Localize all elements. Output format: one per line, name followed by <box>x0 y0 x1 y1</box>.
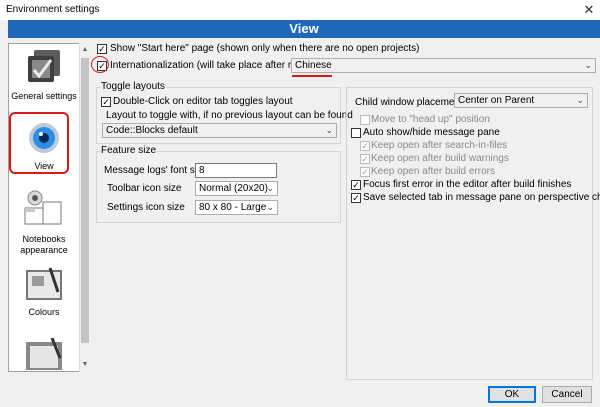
focus-first-error-checkbox[interactable]: ✓ <box>351 180 361 190</box>
chevron-down-icon: ⌄ <box>576 95 584 105</box>
toolbar-icon-size-label: Toolbar icon size <box>107 183 182 194</box>
auto-show-hide-checkbox[interactable] <box>351 128 361 138</box>
close-icon[interactable]: ✕ <box>580 1 598 19</box>
colours-icon <box>26 267 62 300</box>
keep-open-warnings-label: Keep open after build warnings <box>371 153 509 164</box>
general-settings-icon <box>28 50 60 82</box>
chevron-down-icon: ⌄ <box>325 125 333 135</box>
toolbar-icon-size-value: Normal (20x20) <box>199 183 268 194</box>
ok-button[interactable]: OK <box>488 386 536 403</box>
save-selected-tab-label: Save selected tab in message pane on per… <box>363 192 600 203</box>
language-select-value: Chinese <box>295 60 332 71</box>
keep-open-errors-checkbox[interactable]: ✓ <box>360 167 370 177</box>
sidebar-item-next[interactable] <box>9 332 79 371</box>
layout-select[interactable]: Code::Blocks default ⌄ <box>102 123 337 138</box>
auto-show-hide-label: Auto show/hide message pane <box>363 127 500 138</box>
page-title: View <box>289 21 319 36</box>
sidebar-item-general-settings[interactable]: General settings <box>9 46 79 108</box>
language-select[interactable]: Chinese ⌄ <box>291 58 596 73</box>
move-to-head-label: Move to "head up" position <box>371 114 490 125</box>
child-window-placement-select[interactable]: Center on Parent ⌄ <box>454 93 588 108</box>
child-window-placement-label: Child window placement <box>355 97 463 108</box>
scroll-up-icon[interactable]: ▲ <box>80 44 90 56</box>
chevron-down-icon: ⌄ <box>584 60 592 70</box>
scroll-down-icon[interactable]: ▼ <box>80 359 90 371</box>
focus-first-error-label: Focus first error in the editor after bu… <box>363 179 572 190</box>
font-size-input[interactable]: 8 <box>195 163 277 178</box>
sidebar-scroll-thumb[interactable] <box>81 58 89 343</box>
internationalization-label: Internationalization (will take place af… <box>110 60 320 71</box>
notebooks-icon <box>24 190 62 225</box>
layout-select-value: Code::Blocks default <box>106 125 198 136</box>
sidebar-item-label: Colours <box>28 307 60 317</box>
keep-open-search-label: Keep open after search-in-files <box>371 140 508 151</box>
show-start-here-checkbox[interactable]: ✓ <box>97 44 107 54</box>
move-to-head-checkbox[interactable] <box>360 115 370 125</box>
keep-open-warnings-checkbox[interactable]: ✓ <box>360 154 370 164</box>
show-start-here-label: Show "Start here" page (shown only when … <box>110 43 420 54</box>
chevron-down-icon: ⌄ <box>266 202 274 212</box>
layout-to-toggle-label: Layout to toggle with, if no previous la… <box>106 110 353 121</box>
annotation-language-underline <box>292 75 332 77</box>
keep-open-errors-label: Keep open after build errors <box>371 166 495 177</box>
window-title: Environment settings <box>6 4 100 15</box>
keep-open-search-checkbox[interactable]: ✓ <box>360 141 370 151</box>
window-titlebar: Environment settings ✕ <box>0 0 600 20</box>
double-click-toggle-label: Double-Click on editor tab toggles layou… <box>113 96 293 107</box>
settings-icon-size-select[interactable]: 80 x 80 - Large ⌄ <box>195 200 278 215</box>
settings-icon-size-value: 80 x 80 - Large <box>199 202 267 213</box>
sidebar-item-colours[interactable]: Colours <box>9 262 79 324</box>
settings-icon-size-label: Settings icon size <box>107 202 185 213</box>
toolbar-icon-size-select[interactable]: Normal (20x20) ⌄ <box>195 181 278 196</box>
feature-size-title: Feature size <box>100 145 158 156</box>
double-click-toggle-checkbox[interactable]: ✓ <box>101 97 111 107</box>
save-selected-tab-checkbox[interactable]: ✓ <box>351 193 361 203</box>
annotation-checkbox-circle <box>91 56 109 73</box>
annotation-view-box <box>9 112 69 174</box>
cancel-button[interactable]: Cancel <box>542 386 592 403</box>
child-window-placement-value: Center on Parent <box>458 95 535 106</box>
chevron-down-icon: ⌄ <box>266 183 274 193</box>
sidebar-item-notebooks-appearance[interactable]: Notebooks appearance <box>9 186 79 258</box>
next-item-icon <box>26 337 62 370</box>
sidebar-item-label: Notebooks appearance <box>20 234 68 255</box>
toggle-layouts-title: Toggle layouts <box>100 81 166 92</box>
sidebar-item-label: General settings <box>11 91 77 101</box>
page-header: View <box>8 20 600 38</box>
